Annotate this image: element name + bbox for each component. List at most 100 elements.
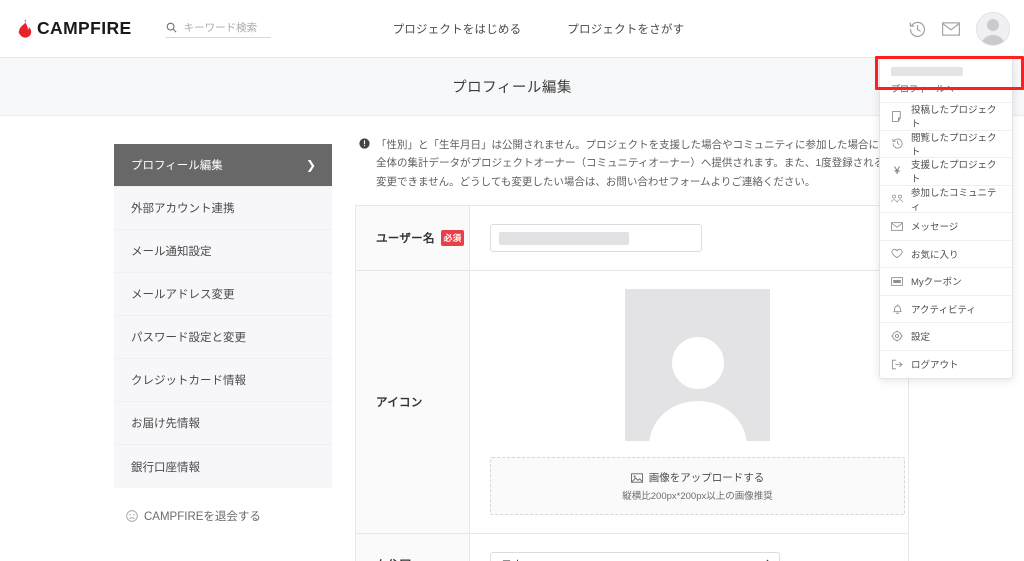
form-row-username: ユーザー名 必須 bbox=[356, 206, 908, 272]
dropdown-item-label: アクティビティ bbox=[911, 304, 976, 316]
nav-start-project[interactable]: プロジェクトをはじめる bbox=[393, 21, 522, 37]
sidebar-item-mail-notifications[interactable]: メール通知設定 bbox=[114, 230, 332, 273]
user-avatar-icon bbox=[981, 19, 1005, 45]
search-input[interactable] bbox=[183, 21, 271, 34]
site-header: CAMPFIRE プロジェクトをはじめる プロジェクトをさがす bbox=[0, 0, 1024, 58]
dropdown-item-backed-projects[interactable]: ¥ 支援したプロジェクト bbox=[880, 158, 1012, 186]
sidebar-item-label: パスワード設定と変更 bbox=[131, 332, 246, 344]
dropdown-item-messages[interactable]: メッセージ bbox=[880, 213, 1012, 241]
dropdown-item-favorites[interactable]: お気に入り bbox=[880, 241, 1012, 268]
avatar-preview bbox=[625, 289, 770, 442]
sidebar-list: プロフィール編集 ❯ 外部アカウント連携 メール通知設定 メールアドレス変更 パ… bbox=[114, 144, 332, 488]
gear-icon bbox=[891, 330, 903, 342]
sidebar-item-label: プロフィール編集 bbox=[131, 160, 223, 172]
profile-form: ユーザー名 必須 アイコン 画像をアップロードする 縦横比200px*200px… bbox=[355, 205, 909, 561]
user-placeholder-icon bbox=[648, 337, 747, 442]
image-icon bbox=[630, 472, 643, 483]
dropdown-item-label: メッセージ bbox=[911, 222, 959, 234]
dropdown-profile-header[interactable]: プロフィールへ bbox=[880, 58, 1012, 103]
dropdown-item-logout[interactable]: ログアウト bbox=[880, 351, 1012, 379]
sidebar-item-profile-edit[interactable]: プロフィール編集 ❯ bbox=[114, 144, 332, 187]
dropdown-item-label: 設定 bbox=[911, 332, 931, 344]
required-badge: 必須 bbox=[440, 230, 465, 247]
sidebar-item-password[interactable]: パスワード設定と変更 bbox=[114, 316, 332, 359]
username-label: ユーザー名 必須 bbox=[356, 206, 470, 271]
sidebar-item-label: お届け先情報 bbox=[131, 418, 200, 430]
dropdown-item-viewed-projects[interactable]: 閲覧したプロジェクト bbox=[880, 131, 1012, 158]
title-band: プロフィール編集 bbox=[0, 58, 1024, 116]
redacted-account-name bbox=[891, 67, 963, 76]
logout-icon bbox=[891, 359, 903, 370]
sidebar-item-label: 銀行口座情報 bbox=[131, 461, 200, 474]
sidebar-item-credit-card[interactable]: クレジットカード情報 bbox=[114, 359, 332, 402]
form-row-icon: アイコン 画像をアップロードする 縦横比200px*200px以上の画像推奨 bbox=[356, 271, 908, 535]
country-label-text: 在住国 bbox=[376, 557, 411, 561]
search-box[interactable] bbox=[165, 21, 271, 38]
nav-find-project[interactable]: プロジェクトをさがす bbox=[567, 21, 684, 37]
note-icon bbox=[891, 110, 903, 122]
sidebar-item-label: メール通知設定 bbox=[131, 246, 212, 258]
history-icon bbox=[891, 138, 903, 149]
icon-field-cell: 画像をアップロードする 縦横比200px*200px以上の画像推奨 bbox=[470, 271, 925, 533]
country-select-value: 日本 bbox=[501, 557, 523, 561]
yen-icon: ¥ bbox=[893, 165, 901, 178]
sidebar-item-change-email[interactable]: メールアドレス変更 bbox=[114, 273, 332, 316]
sidebar-item-label: 外部アカウント連携 bbox=[131, 203, 235, 215]
page-root: CAMPFIRE プロジェクトをはじめる プロジェクトをさがす bbox=[0, 0, 1024, 561]
page-title: プロフィール編集 bbox=[452, 80, 572, 96]
sidebar-item-external-accounts[interactable]: 外部アカウント連携 bbox=[114, 187, 332, 230]
dropdown-item-activity[interactable]: アクティビティ bbox=[880, 296, 1012, 323]
dropdown-item-settings[interactable]: 設定 bbox=[880, 323, 1012, 351]
avatar[interactable] bbox=[976, 12, 1010, 46]
dropdown-item-posted-projects[interactable]: 投稿したプロジェクト bbox=[880, 103, 1012, 131]
sidebar-item-bank-account[interactable]: 銀行口座情報 bbox=[114, 445, 332, 488]
sidebar-item-shipping-address[interactable]: お届け先情報 bbox=[114, 402, 332, 445]
community-icon bbox=[891, 193, 903, 204]
sidebar-withdraw-label: CAMPFIREを退会する bbox=[144, 511, 261, 523]
coupon-icon bbox=[891, 276, 903, 286]
icon-label: アイコン bbox=[356, 271, 470, 534]
mail-icon[interactable] bbox=[942, 22, 960, 36]
dropdown-item-label: お気に入り bbox=[911, 249, 959, 261]
dropdown-item-label: ログアウト bbox=[911, 360, 959, 372]
username-label-text: ユーザー名 bbox=[376, 233, 435, 246]
flame-logo-icon bbox=[17, 19, 32, 38]
country-select[interactable]: 日本 bbox=[490, 552, 780, 561]
image-upload-button[interactable]: 画像をアップロードする 縦横比200px*200px以上の画像推奨 bbox=[490, 457, 905, 516]
country-label: 在住国 bbox=[356, 534, 470, 561]
username-input[interactable] bbox=[490, 224, 702, 253]
icon-label-text: アイコン bbox=[376, 397, 423, 410]
dropdown-item-label: 投稿したプロジェクト bbox=[911, 105, 997, 131]
sad-face-icon bbox=[126, 510, 138, 522]
redacted-username-value bbox=[499, 231, 629, 245]
country-select-wrap: 日本 bbox=[490, 552, 780, 561]
search-icon bbox=[166, 22, 177, 33]
sidebar-item-label: クレジットカード情報 bbox=[131, 375, 246, 387]
settings-sidebar: プロフィール編集 ❯ 外部アカウント連携 メール通知設定 メールアドレス変更 パ… bbox=[114, 144, 332, 524]
country-field-cell: 日本 bbox=[470, 534, 908, 561]
main-nav: プロジェクトをはじめる プロジェクトをさがす bbox=[393, 21, 685, 37]
dropdown-item-label: 参加したコミュニティ bbox=[911, 187, 997, 213]
heart-icon bbox=[891, 248, 903, 259]
dropdown-item-joined-communities[interactable]: 参加したコミュニティ bbox=[880, 186, 1012, 213]
upload-hint: 縦横比200px*200px以上の画像推奨 bbox=[622, 491, 773, 503]
username-field-cell bbox=[470, 206, 908, 270]
header-actions bbox=[909, 0, 1010, 58]
upload-label: 画像をアップロードする bbox=[648, 472, 765, 485]
privacy-notice: 「性別」と「生年月日」は公開されません。プロジェクトを支援した場合やコミュニティ… bbox=[355, 130, 909, 205]
dropdown-item-label: 支援したプロジェクト bbox=[911, 160, 997, 186]
form-row-country: 在住国 日本 bbox=[356, 534, 908, 561]
account-dropdown-menu: プロフィールへ 投稿したプロジェクト 閲覧したプロジェクト ¥ 支援したプロジェ… bbox=[879, 57, 1013, 379]
history-icon[interactable] bbox=[909, 21, 926, 38]
dropdown-item-my-coupon[interactable]: Myクーポン bbox=[880, 268, 1012, 296]
dropdown-item-label: 閲覧したプロジェクト bbox=[911, 132, 997, 158]
dropdown-item-label: Myクーポン bbox=[911, 277, 962, 289]
dropdown-profile-link[interactable]: プロフィールへ bbox=[891, 82, 1001, 95]
chevron-right-icon: ❯ bbox=[305, 158, 316, 172]
brand-logo[interactable]: CAMPFIRE bbox=[17, 18, 132, 39]
exclamation-circle-icon bbox=[359, 138, 370, 191]
mail-icon bbox=[891, 221, 903, 231]
sidebar-item-withdraw[interactable]: CAMPFIREを退会する bbox=[114, 508, 332, 524]
sidebar-item-label: メールアドレス変更 bbox=[131, 289, 235, 301]
upload-label-row: 画像をアップロードする bbox=[630, 470, 765, 485]
